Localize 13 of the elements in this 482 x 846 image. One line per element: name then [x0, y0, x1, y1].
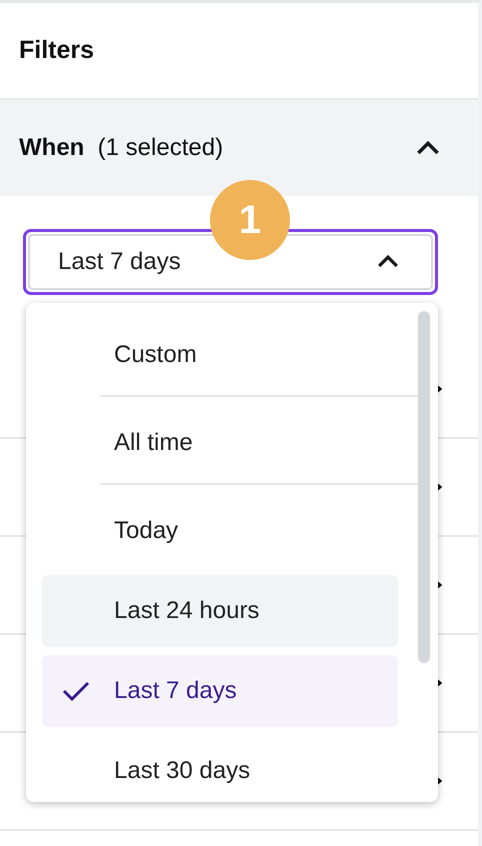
- menu-option[interactable]: Last 30 days: [42, 735, 398, 802]
- menu-option[interactable]: All time: [42, 407, 398, 479]
- menu-option[interactable]: Custom: [42, 319, 398, 391]
- menu-option[interactable]: Last 7 days: [42, 655, 398, 727]
- menu-option[interactable]: Today: [42, 495, 398, 567]
- dropdown-select[interactable]: Last 7 days: [28, 234, 433, 290]
- panel-title: Filters: [19, 34, 94, 66]
- scrollbar[interactable]: [418, 311, 430, 663]
- section-label: When: [19, 134, 84, 161]
- selection-count: (1 selected): [98, 134, 224, 161]
- menu-option[interactable]: Last 24 hours: [42, 575, 398, 647]
- section-header[interactable]: When (1 selected): [0, 100, 478, 196]
- check-icon: [62, 681, 90, 701]
